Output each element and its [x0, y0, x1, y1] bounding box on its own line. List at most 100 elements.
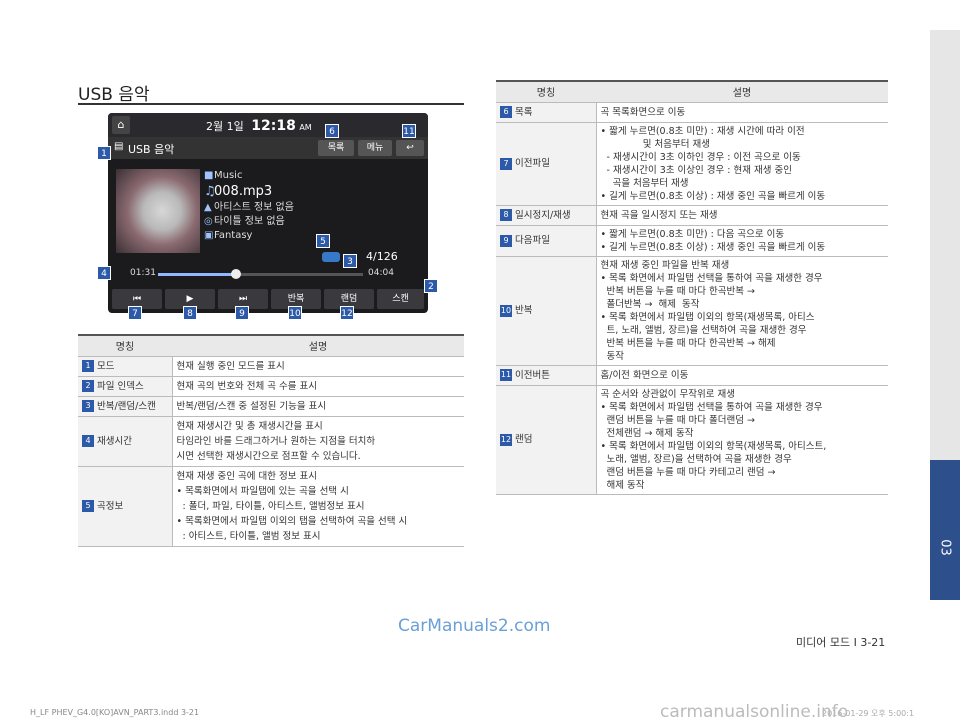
desc-line: 랜덤 버튼을 누를 때 마다 카테고리 랜덤 → — [600, 466, 776, 478]
desc-line: 해제 동작 — [600, 479, 645, 491]
right-row-name: 12 랜덤 — [496, 385, 597, 495]
progress-knob[interactable] — [230, 269, 241, 279]
list-button[interactable]: 목록 — [318, 140, 354, 156]
title-bar: ▤ USB 음악 목록 메뉴 ↩ — [108, 137, 428, 159]
left-row-name: 1 모드 — [78, 356, 173, 377]
right-row-desc: 현재 재생 중인 파일을 반복 재생 • 목록 화면에서 파일탭 선택을 통하여 … — [596, 256, 888, 366]
artist-row: ▲ 아티스트 정보 없음 — [204, 201, 314, 215]
right-description-table: 명칭 설명 6 목록 곡 목록화면으로 이동 7 이전파일 • 짧게 누르면(0.8초 미… — [496, 80, 888, 495]
number-badge: 9 — [500, 234, 512, 247]
folder-name: Music — [214, 170, 243, 181]
print-slug: H_LF PHEV_G4.0[KO]AVN_PART3.indd 3-21 — [30, 708, 200, 717]
number-badge: 8 — [500, 209, 512, 221]
repeat-status-icon — [322, 252, 340, 262]
progress-bar[interactable] — [158, 269, 363, 279]
desc-line: : 폴더, 파일, 타이틀, 아티스트, 앨범정보 표시 — [176, 500, 365, 512]
desc-line: 현재 재생 중인 곡에 대한 정보 표시 — [176, 470, 317, 482]
desc-line: • 목록화면에서 파일탭에 있는 곡을 선택 시 — [176, 485, 349, 497]
right-row-name: 11 이전버튼 — [496, 365, 597, 386]
desc-line: 및 처음부터 재생 — [600, 138, 710, 150]
desc-line: 반복 버튼을 누를 때 마다 한곡반복 → 해제 — [600, 337, 776, 349]
artist-name: 아티스트 정보 없음 — [214, 202, 294, 213]
callout-11: 11 — [402, 124, 416, 138]
file-row: ♫008.mp3 — [204, 183, 314, 201]
album-art — [116, 169, 200, 253]
desc-line: 현재 재생 중인 파일을 반복 재생 — [600, 259, 730, 271]
left-row: 1 모드 현재 실행 중인 모드를 표시 — [78, 356, 464, 377]
chapter-tab-number: 03 — [937, 539, 953, 556]
desc-line: 곡 목록화면으로 이동 — [600, 106, 686, 118]
callout-5: 5 — [316, 234, 330, 248]
desc-line: 전체랜덤 → 해제 동작 — [600, 427, 694, 439]
desc-line: • 길게 누르면(0.8초 이상) : 재생 중인 곡을 빠르게 이동 — [600, 241, 826, 253]
right-row-desc: 곡 순서와 상관없이 무작위로 재생 • 목록 화면에서 파일탭 선택을 통하여 … — [596, 385, 888, 495]
row-name-text: 이전버튼 — [515, 369, 550, 381]
desc-line: 현재 곡의 번호와 전체 곡 수를 표시 — [176, 380, 317, 392]
desc-line: 타임라인 바를 드래그하거나 원하는 지점을 터치하 — [176, 435, 376, 447]
right-row-name: 7 이전파일 — [496, 122, 597, 206]
person-icon: ▲ — [204, 202, 212, 213]
left-description-table: 명칭 설명 1 모드 현재 실행 중인 모드를 표시 2 파일 인덱스 현재 곡의 번호와… — [78, 334, 464, 547]
callout-2: 2 — [424, 279, 438, 293]
desc-line: - 재생시간이 3초 이상인 경우 : 현재 재생 중인 — [600, 164, 792, 176]
desc-line: • 목록 화면에서 파일탭 선택을 통하여 곡을 재생한 경우 — [600, 272, 823, 284]
album-row: ▣Fantasy — [204, 229, 314, 243]
left-row-name: 3 반복/랜덤/스캔 — [78, 396, 173, 417]
menu-button[interactable]: 메뉴 — [358, 140, 392, 156]
right-row: 8 일시정지/재생 현재 곡을 일시정지 또는 재생 — [496, 205, 888, 226]
back-arrow-icon[interactable]: ↩ — [396, 140, 424, 156]
desc-line: 현재 곡을 일시정지 또는 재생 — [600, 209, 718, 221]
right-head-name: 명칭 — [496, 80, 596, 103]
number-badge: 11 — [500, 369, 512, 381]
left-row-desc: 현재 재생 중인 곡에 대한 정보 표시 • 목록화면에서 파일탭에 있는 곡을 … — [172, 466, 464, 547]
file-name: 008.mp3 — [214, 184, 273, 199]
title-icon: ◎ — [204, 216, 213, 227]
section-rule — [78, 103, 464, 105]
left-row: 3 반복/랜덤/스캔 반복/랜덤/스캔 중 설정된 기능을 표시 — [78, 396, 464, 417]
section-title: USB 음악 — [78, 85, 150, 105]
desc-line: • 목록 화면에서 파일탭 선택을 통하여 곡을 재생한 경우 — [600, 401, 823, 413]
number-badge: 3 — [82, 400, 94, 412]
row-name-text: 재생시간 — [97, 435, 132, 447]
number-badge: 6 — [500, 106, 512, 118]
home-icon[interactable]: ⌂ — [112, 116, 130, 134]
desc-line: 반복 버튼을 누를 때 마다 한곡반복 → — [600, 285, 758, 297]
clock-ampm: AM — [299, 123, 312, 132]
desc-line: • 목록 화면에서 파일탭 이외의 항목(재생목록, 아티스트, — [600, 440, 827, 452]
status-bar: ⌂ 2월 1일 12:18 AM — [108, 113, 428, 137]
left-row-desc: 현재 곡의 번호와 전체 곡 수를 표시 — [172, 376, 464, 397]
usb-icon: ▤ — [114, 141, 124, 152]
right-row: 11 이전버튼 홈/이전 화면으로 이동 — [496, 365, 888, 386]
desc-line: 랜덤 버튼을 누를 때 마다 폴더랜덤 → — [600, 414, 755, 426]
desc-line: • 길게 누르면(0.8초 이상) : 재생 중인 곡을 빠르게 이동 — [600, 190, 826, 202]
row-name-text: 반복/랜덤/스캔 — [97, 400, 156, 412]
desc-line: 현재 실행 중인 모드를 표시 — [176, 360, 285, 372]
desc-line: 시면 선택한 재생시간으로 점프할 수 있습니다. — [176, 450, 361, 462]
chapter-tab-active — [930, 460, 960, 600]
clock-time: 12:18 — [251, 118, 296, 134]
watermark-2: carmanualsonline.info — [660, 702, 849, 722]
track-title: 타이틀 정보 없음 — [214, 216, 285, 227]
left-row-name: 4 재생시간 — [78, 416, 173, 467]
scan-button[interactable]: 스캔 — [377, 289, 424, 309]
right-row-desc: 현재 곡을 일시정지 또는 재생 — [596, 205, 888, 226]
left-row-desc: 현재 재생시간 및 총 재생시간을 표시 타임라인 바를 드래그하거나 원하는 지… — [172, 416, 464, 467]
row-name-text: 반복 — [515, 305, 533, 316]
right-row-desc: 곡 목록화면으로 이동 — [596, 102, 888, 123]
clock-month: 2월 — [206, 120, 224, 133]
callout-3: 3 — [343, 254, 357, 268]
number-badge: 5 — [82, 500, 94, 512]
mode-title: USB 음악 — [128, 143, 175, 156]
desc-line: 반복/랜덤/스캔 중 설정된 기능을 표시 — [176, 400, 327, 412]
right-row: 12 랜덤 곡 순서와 상관없이 무작위로 재생 • 목록 화면에서 파일탭 선택을 … — [496, 385, 888, 495]
right-row-desc: • 짧게 누르면(0.8초 미만) : 다음 곡으로 이동 • 길게 누르면(0.… — [596, 225, 888, 257]
callout-7: 7 — [128, 306, 142, 320]
row-name-text: 목록 — [515, 106, 533, 118]
time-elapsed: 01:31 — [130, 268, 156, 278]
manual-page: 03 USB 음악 ⌂ 2월 1일 12:18 AM ▤ USB 음악 목록 메… — [0, 0, 960, 724]
right-row-name: 6 목록 — [496, 102, 597, 123]
number-badge: 2 — [82, 380, 94, 392]
time-total: 04:04 — [368, 268, 394, 278]
row-name-text: 이전파일 — [515, 158, 550, 169]
left-row: 4 재생시간 현재 재생시간 및 총 재생시간을 표시 타임라인 바를 드래그하거나 … — [78, 416, 464, 467]
